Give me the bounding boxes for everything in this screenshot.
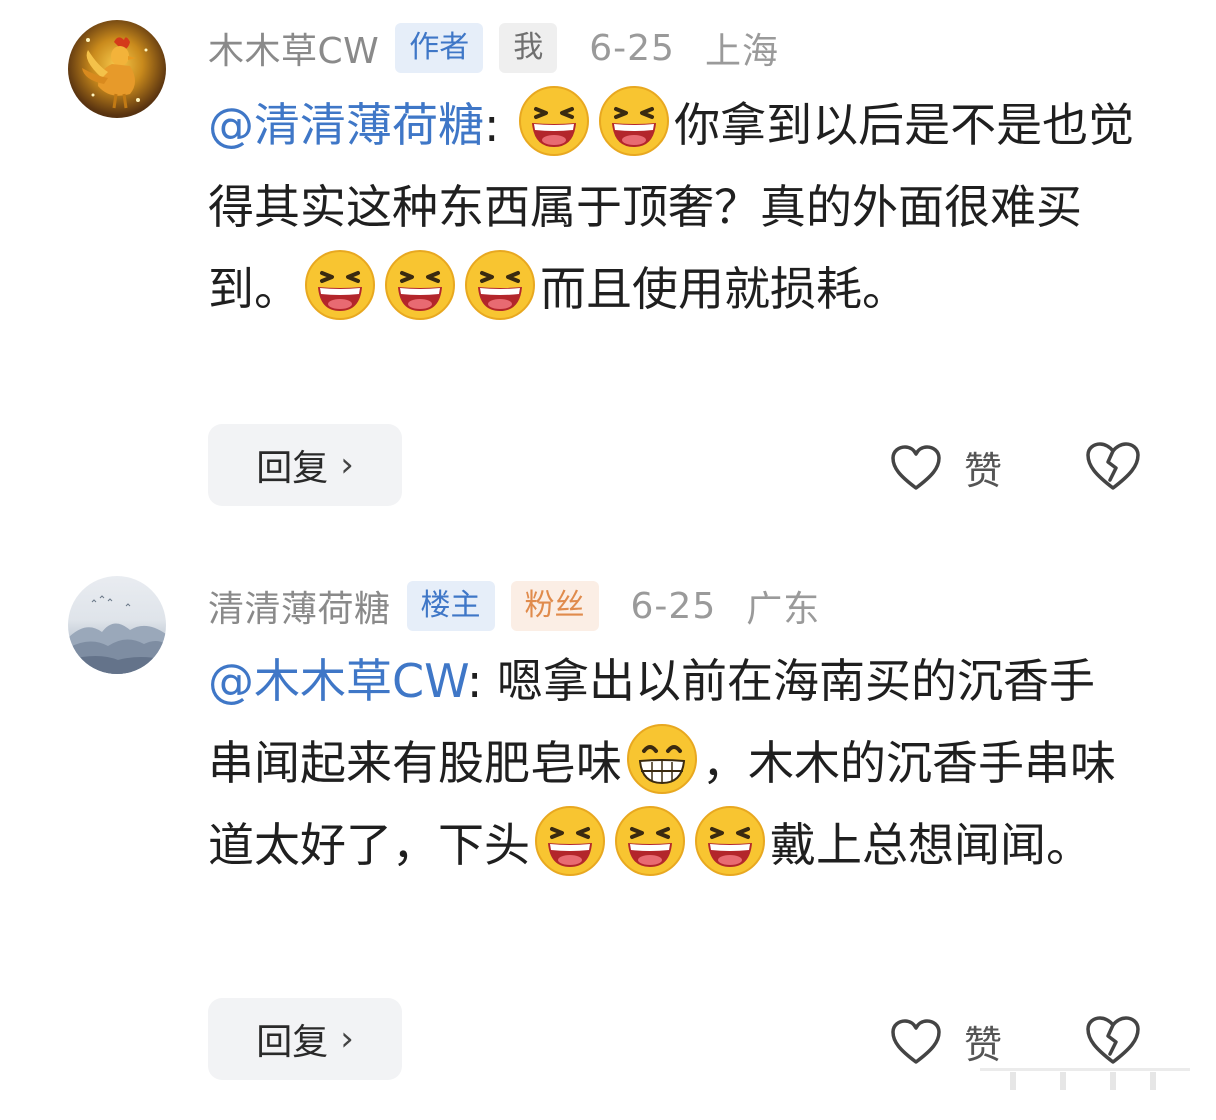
username[interactable]: 木木草CW: [208, 22, 379, 74]
me-tag: 我: [499, 23, 558, 73]
laughing-face-icon: [614, 805, 686, 877]
mention-link[interactable]: @清清薄荷糖: [208, 98, 484, 152]
reply-button[interactable]: 回复 ›: [208, 424, 402, 506]
comment-location: 上海: [704, 31, 779, 72]
reply-button[interactable]: 回复 ›: [208, 998, 402, 1080]
reply-label: 回复: [256, 448, 329, 489]
laughing-face-icon: [464, 249, 536, 321]
comment-location: 广东: [746, 589, 821, 630]
op-tag: 楼主: [406, 581, 495, 631]
like-button[interactable]: 赞: [890, 1014, 1002, 1069]
heart-outline-icon: [891, 444, 941, 490]
heart-outline-icon: [891, 1018, 941, 1064]
laughing-face-icon: [518, 85, 590, 157]
grinning-face-icon: [626, 723, 698, 795]
comment-date: 6-25: [589, 27, 675, 69]
watermark-logo: [980, 1068, 1190, 1090]
comment-text-part: :: [484, 98, 515, 152]
broken-heart-icon: [1086, 442, 1140, 490]
author-tag: 作者: [395, 23, 484, 73]
chevron-right-icon: ›: [340, 445, 354, 485]
dislike-button[interactable]: [1084, 440, 1142, 498]
laughing-face-icon: [534, 805, 606, 877]
chevron-right-icon: ›: [340, 1019, 354, 1059]
landscape-avatar-icon: [68, 595, 166, 674]
comment-text: @木木草CW: 嗯拿出以前在海南买的沉香手串闻起来有股肥皂味 ，木木的沉香手串味道…: [208, 640, 1138, 886]
avatar[interactable]: [68, 20, 166, 118]
comment-header: 清清薄荷糖 楼主 粉丝 6-25 广东: [208, 578, 820, 634]
comment-text-part: 戴上总想闻闻。: [770, 818, 1092, 872]
mention-link[interactable]: @木木草CW: [208, 654, 467, 708]
laughing-face-icon: [384, 249, 456, 321]
reply-label: 回复: [256, 1022, 329, 1063]
comment-date: 6-25: [630, 585, 717, 627]
like-label: 赞: [964, 1023, 1003, 1067]
fan-tag: 粉丝: [510, 581, 599, 631]
like-button[interactable]: 赞: [890, 440, 1002, 495]
laughing-face-icon: [694, 805, 766, 877]
laughing-face-icon: [598, 85, 670, 157]
comment-header: 木木草CW 作者 我 6-25 上海: [208, 20, 779, 76]
laughing-face-icon: [304, 249, 376, 321]
avatar[interactable]: [68, 576, 166, 674]
comment-text: @清清薄荷糖: 你拿到以后是不是也觉得其实这种东西属于顶奢？真的外面很难买到。而…: [208, 84, 1138, 330]
rooster-avatar-icon: [82, 37, 148, 109]
username[interactable]: 清清薄荷糖: [208, 580, 391, 632]
like-label: 赞: [964, 449, 1003, 493]
comment-text-part: 而且使用就损耗。: [540, 262, 908, 316]
broken-heart-icon: [1086, 1016, 1140, 1064]
